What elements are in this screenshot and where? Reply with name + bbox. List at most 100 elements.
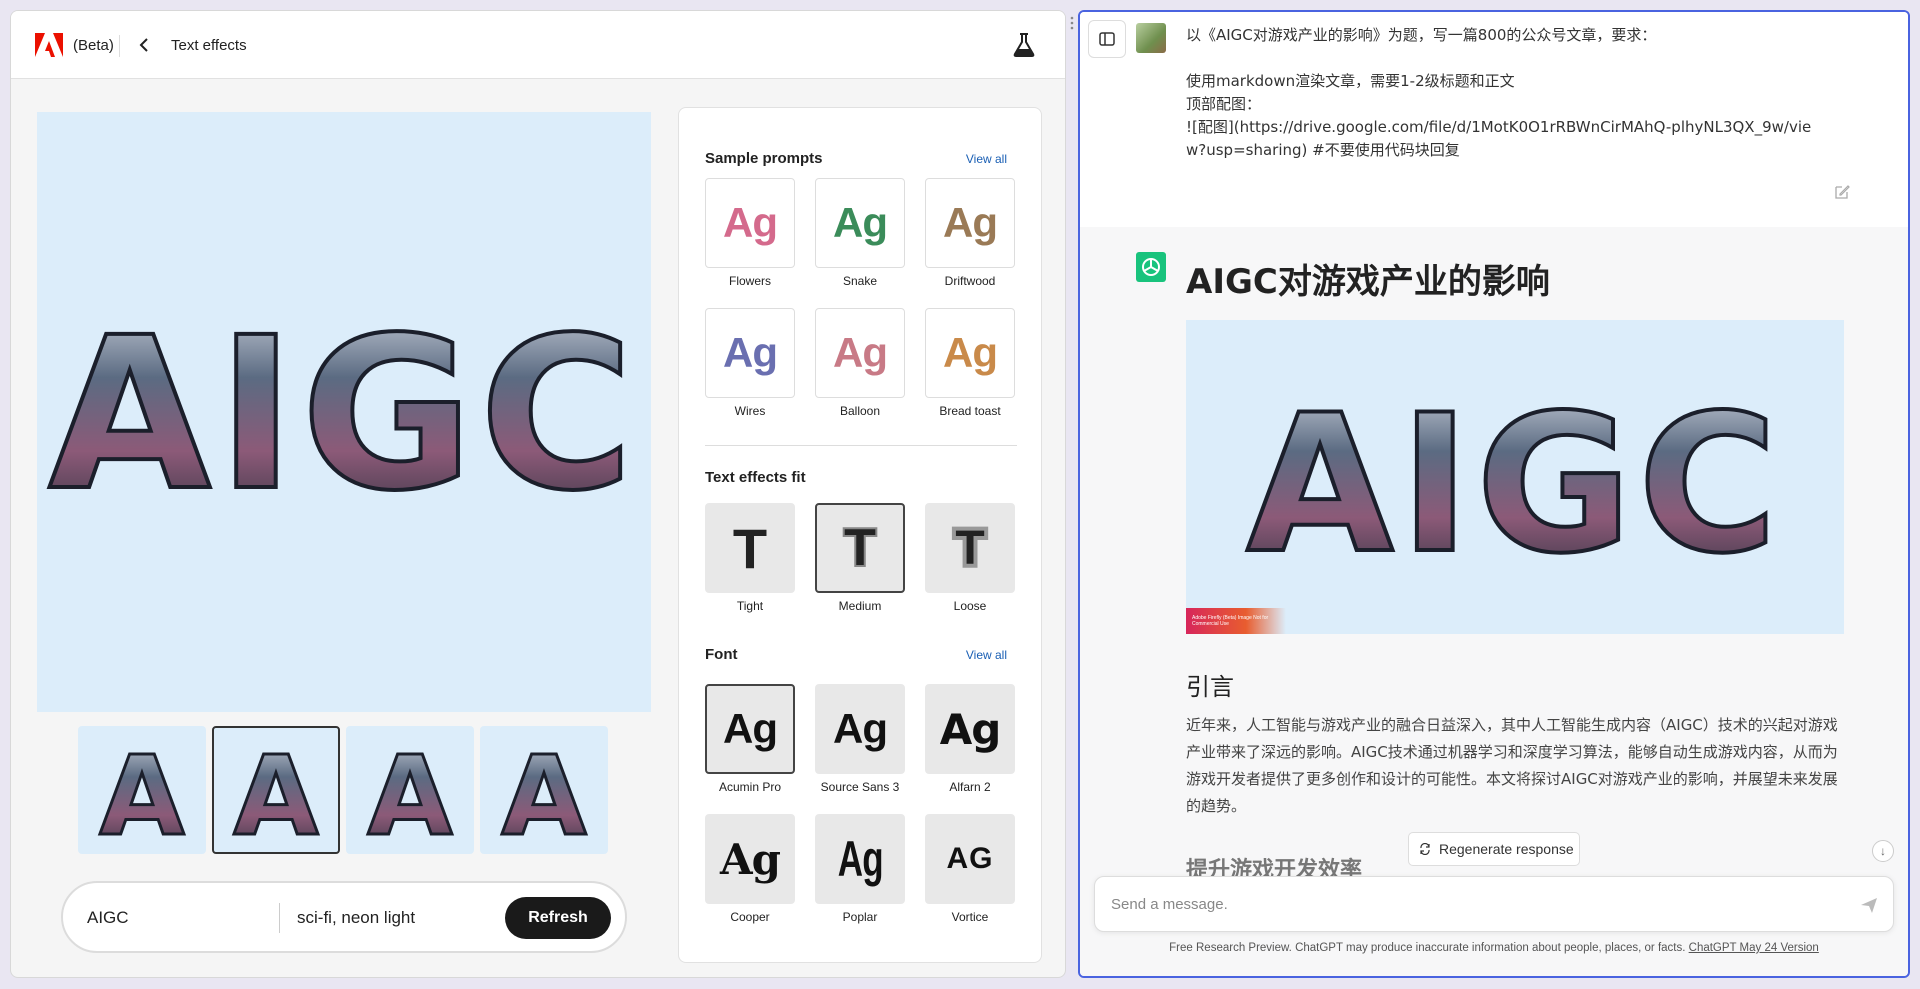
flask-icon[interactable] bbox=[1013, 33, 1035, 57]
sample-prompt-snake[interactable]: Ag Snake bbox=[815, 178, 905, 288]
toggle-sidebar-button[interactable] bbox=[1088, 20, 1126, 58]
fit-tight[interactable]: T Tight bbox=[705, 503, 795, 613]
top-bar: (Beta) Text effects bbox=[11, 11, 1065, 79]
fit-medium[interactable]: T Medium bbox=[815, 503, 905, 613]
watermark-text: Adobe Firefly (Beta) Image Not for Comme… bbox=[1192, 615, 1269, 627]
font-cooper[interactable]: Ag Cooper bbox=[705, 814, 795, 924]
prompt-divider bbox=[279, 903, 280, 933]
fit-glyph: T bbox=[951, 518, 988, 579]
font-label: Cooper bbox=[730, 910, 770, 924]
options-panel: Sample prompts View all Ag Flowers Ag Sn… bbox=[678, 107, 1042, 963]
aigc-artwork: AIGC bbox=[46, 290, 639, 539]
thumbnail-2[interactable]: A bbox=[212, 726, 340, 854]
font-view-all-link[interactable]: View all bbox=[966, 648, 1007, 662]
sample-glyph: Ag bbox=[943, 329, 998, 376]
sample-prompt-wires[interactable]: Ag Wires bbox=[705, 308, 795, 418]
image-text: AIGC bbox=[1246, 374, 1783, 595]
font-alfarn-2[interactable]: Ag Alfarn 2 bbox=[925, 684, 1015, 794]
sample-prompt-bread-toast[interactable]: Ag Bread toast bbox=[925, 308, 1015, 418]
thumbnail-4[interactable]: A bbox=[480, 726, 608, 854]
font-poplar[interactable]: Ag Poplar bbox=[815, 814, 905, 924]
intro-paragraph: 近年来，人工智能与游戏产业的融合日益深入，其中人工智能生成内容（AIGC）技术的… bbox=[1186, 716, 1838, 815]
sidebar-icon bbox=[1099, 32, 1115, 46]
font-glyph: Ag bbox=[723, 705, 778, 752]
sample-prompt-label: Balloon bbox=[839, 404, 881, 418]
sample-glyph: Ag bbox=[943, 199, 998, 246]
page-title: Text effects bbox=[171, 37, 247, 54]
regenerate-icon bbox=[1420, 843, 1430, 855]
chatgpt-window: 以《AIGC对游戏产业的影响》为题，写一篇800的公众号文章，要求： 使用mar… bbox=[1078, 10, 1910, 978]
regenerate-label: Regenerate response bbox=[1439, 841, 1574, 857]
sample-prompt-label: Wires bbox=[734, 404, 766, 418]
font-vortice[interactable]: AG Vortice bbox=[925, 814, 1015, 924]
thumbnail-1[interactable]: A bbox=[78, 726, 206, 854]
answer-image: AIGC Adobe Firefly (Beta) Image Not for … bbox=[1186, 320, 1844, 634]
sample-prompts-view-all-link[interactable]: View all bbox=[966, 152, 1007, 166]
font-label: Alfarn 2 bbox=[949, 780, 991, 794]
font-source-sans-3[interactable]: Ag Source Sans 3 bbox=[815, 684, 905, 794]
variation-thumbnails: A A A A bbox=[78, 726, 618, 856]
refresh-button[interactable]: Refresh bbox=[505, 897, 611, 939]
beta-label: (Beta) bbox=[73, 37, 114, 54]
sample-prompt-label: Snake bbox=[842, 274, 878, 288]
user-avatar bbox=[1136, 23, 1166, 53]
sample-glyph: Ag bbox=[833, 199, 888, 246]
intro-heading: 引言 bbox=[1186, 673, 1234, 701]
sample-glyph: Ag bbox=[723, 199, 778, 246]
back-chevron-icon[interactable] bbox=[135, 35, 155, 55]
prompt-bar: AIGC sci-fi, neon light Refresh bbox=[61, 881, 627, 953]
divider bbox=[119, 35, 120, 57]
regenerate-response-button[interactable]: Regenerate response bbox=[1408, 832, 1580, 866]
sample-prompt-balloon[interactable]: Ag Balloon bbox=[815, 308, 905, 418]
adobe-logo-icon[interactable] bbox=[35, 33, 63, 57]
thumbnail-letter: A bbox=[501, 738, 586, 842]
thumbnail-letter: A bbox=[99, 738, 184, 842]
font-glyph: Ag bbox=[833, 705, 888, 752]
send-icon[interactable] bbox=[1859, 895, 1879, 915]
footer-disclaimer: Free Research Preview. ChatGPT may produ… bbox=[1080, 942, 1908, 954]
style-prompt-input[interactable]: sci-fi, neon light bbox=[297, 908, 415, 928]
sample-prompt-flowers[interactable]: Ag Flowers bbox=[705, 178, 795, 288]
user-message-block: 以《AIGC对游戏产业的影响》为题，写一篇800的公众号文章，要求： 使用mar… bbox=[1080, 12, 1908, 227]
font-label: Acumin Pro bbox=[718, 780, 782, 794]
font-glyph: Ag bbox=[720, 834, 781, 884]
fit-glyph: T bbox=[732, 516, 768, 580]
message-input-placeholder: Send a message. bbox=[1111, 896, 1228, 913]
scroll-down-arrow-icon[interactable]: ↓ bbox=[1872, 840, 1894, 862]
sample-prompt-label: Bread toast bbox=[939, 404, 1001, 418]
answer-title: AIGC对游戏产业的影响 bbox=[1186, 262, 1550, 302]
firefly-watermark: Adobe Firefly (Beta) Image Not for Comme… bbox=[1186, 608, 1286, 634]
fit-label: Tight bbox=[736, 599, 764, 613]
canvas-text: AIGC bbox=[48, 292, 639, 537]
font-glyph: AG bbox=[946, 842, 994, 875]
thumbnail-3[interactable]: A bbox=[346, 726, 474, 854]
message-input[interactable]: Send a message. bbox=[1094, 876, 1894, 932]
adobe-firefly-window: (Beta) Text effects AIGC A A A A AIGC sc… bbox=[10, 10, 1066, 978]
version-link[interactable]: ChatGPT May 24 Version bbox=[1689, 942, 1819, 954]
font-acumin-pro[interactable]: Ag Acumin Pro bbox=[705, 684, 795, 794]
sample-prompt-label: Driftwood bbox=[944, 274, 996, 288]
font-glyph: Ag bbox=[837, 831, 883, 887]
font-label: Source Sans 3 bbox=[820, 780, 900, 794]
fit-loose[interactable]: T Loose bbox=[925, 503, 1015, 613]
text-effects-fit-title: Text effects fit bbox=[705, 469, 806, 486]
sample-prompt-label: Flowers bbox=[728, 274, 771, 288]
sample-prompts-title: Sample prompts bbox=[705, 150, 823, 167]
split-drag-handle-icon[interactable] bbox=[1069, 16, 1075, 30]
edit-icon[interactable] bbox=[1834, 184, 1850, 200]
thumbnail-letter: A bbox=[233, 740, 318, 844]
aigc-artwork: AIGC bbox=[1244, 372, 1783, 597]
user-message-text: 以《AIGC对游戏产业的影响》为题，写一篇800的公众号文章，要求： 使用mar… bbox=[1186, 26, 1812, 159]
fit-label: Loose bbox=[953, 599, 987, 613]
chatgpt-logo-icon bbox=[1136, 252, 1166, 282]
generated-image-canvas: AIGC bbox=[37, 112, 651, 712]
sample-prompt-driftwood[interactable]: Ag Driftwood bbox=[925, 178, 1015, 288]
font-label: Vortice bbox=[951, 910, 989, 924]
font-glyph: Ag bbox=[939, 704, 1002, 754]
footer-text: Free Research Preview. ChatGPT may produ… bbox=[1169, 942, 1686, 954]
font-label: Poplar bbox=[842, 910, 878, 924]
text-input[interactable]: AIGC bbox=[87, 908, 129, 928]
sample-glyph: Ag bbox=[723, 329, 778, 376]
thumbnail-letter: A bbox=[367, 738, 452, 842]
fit-glyph: T bbox=[842, 517, 878, 579]
